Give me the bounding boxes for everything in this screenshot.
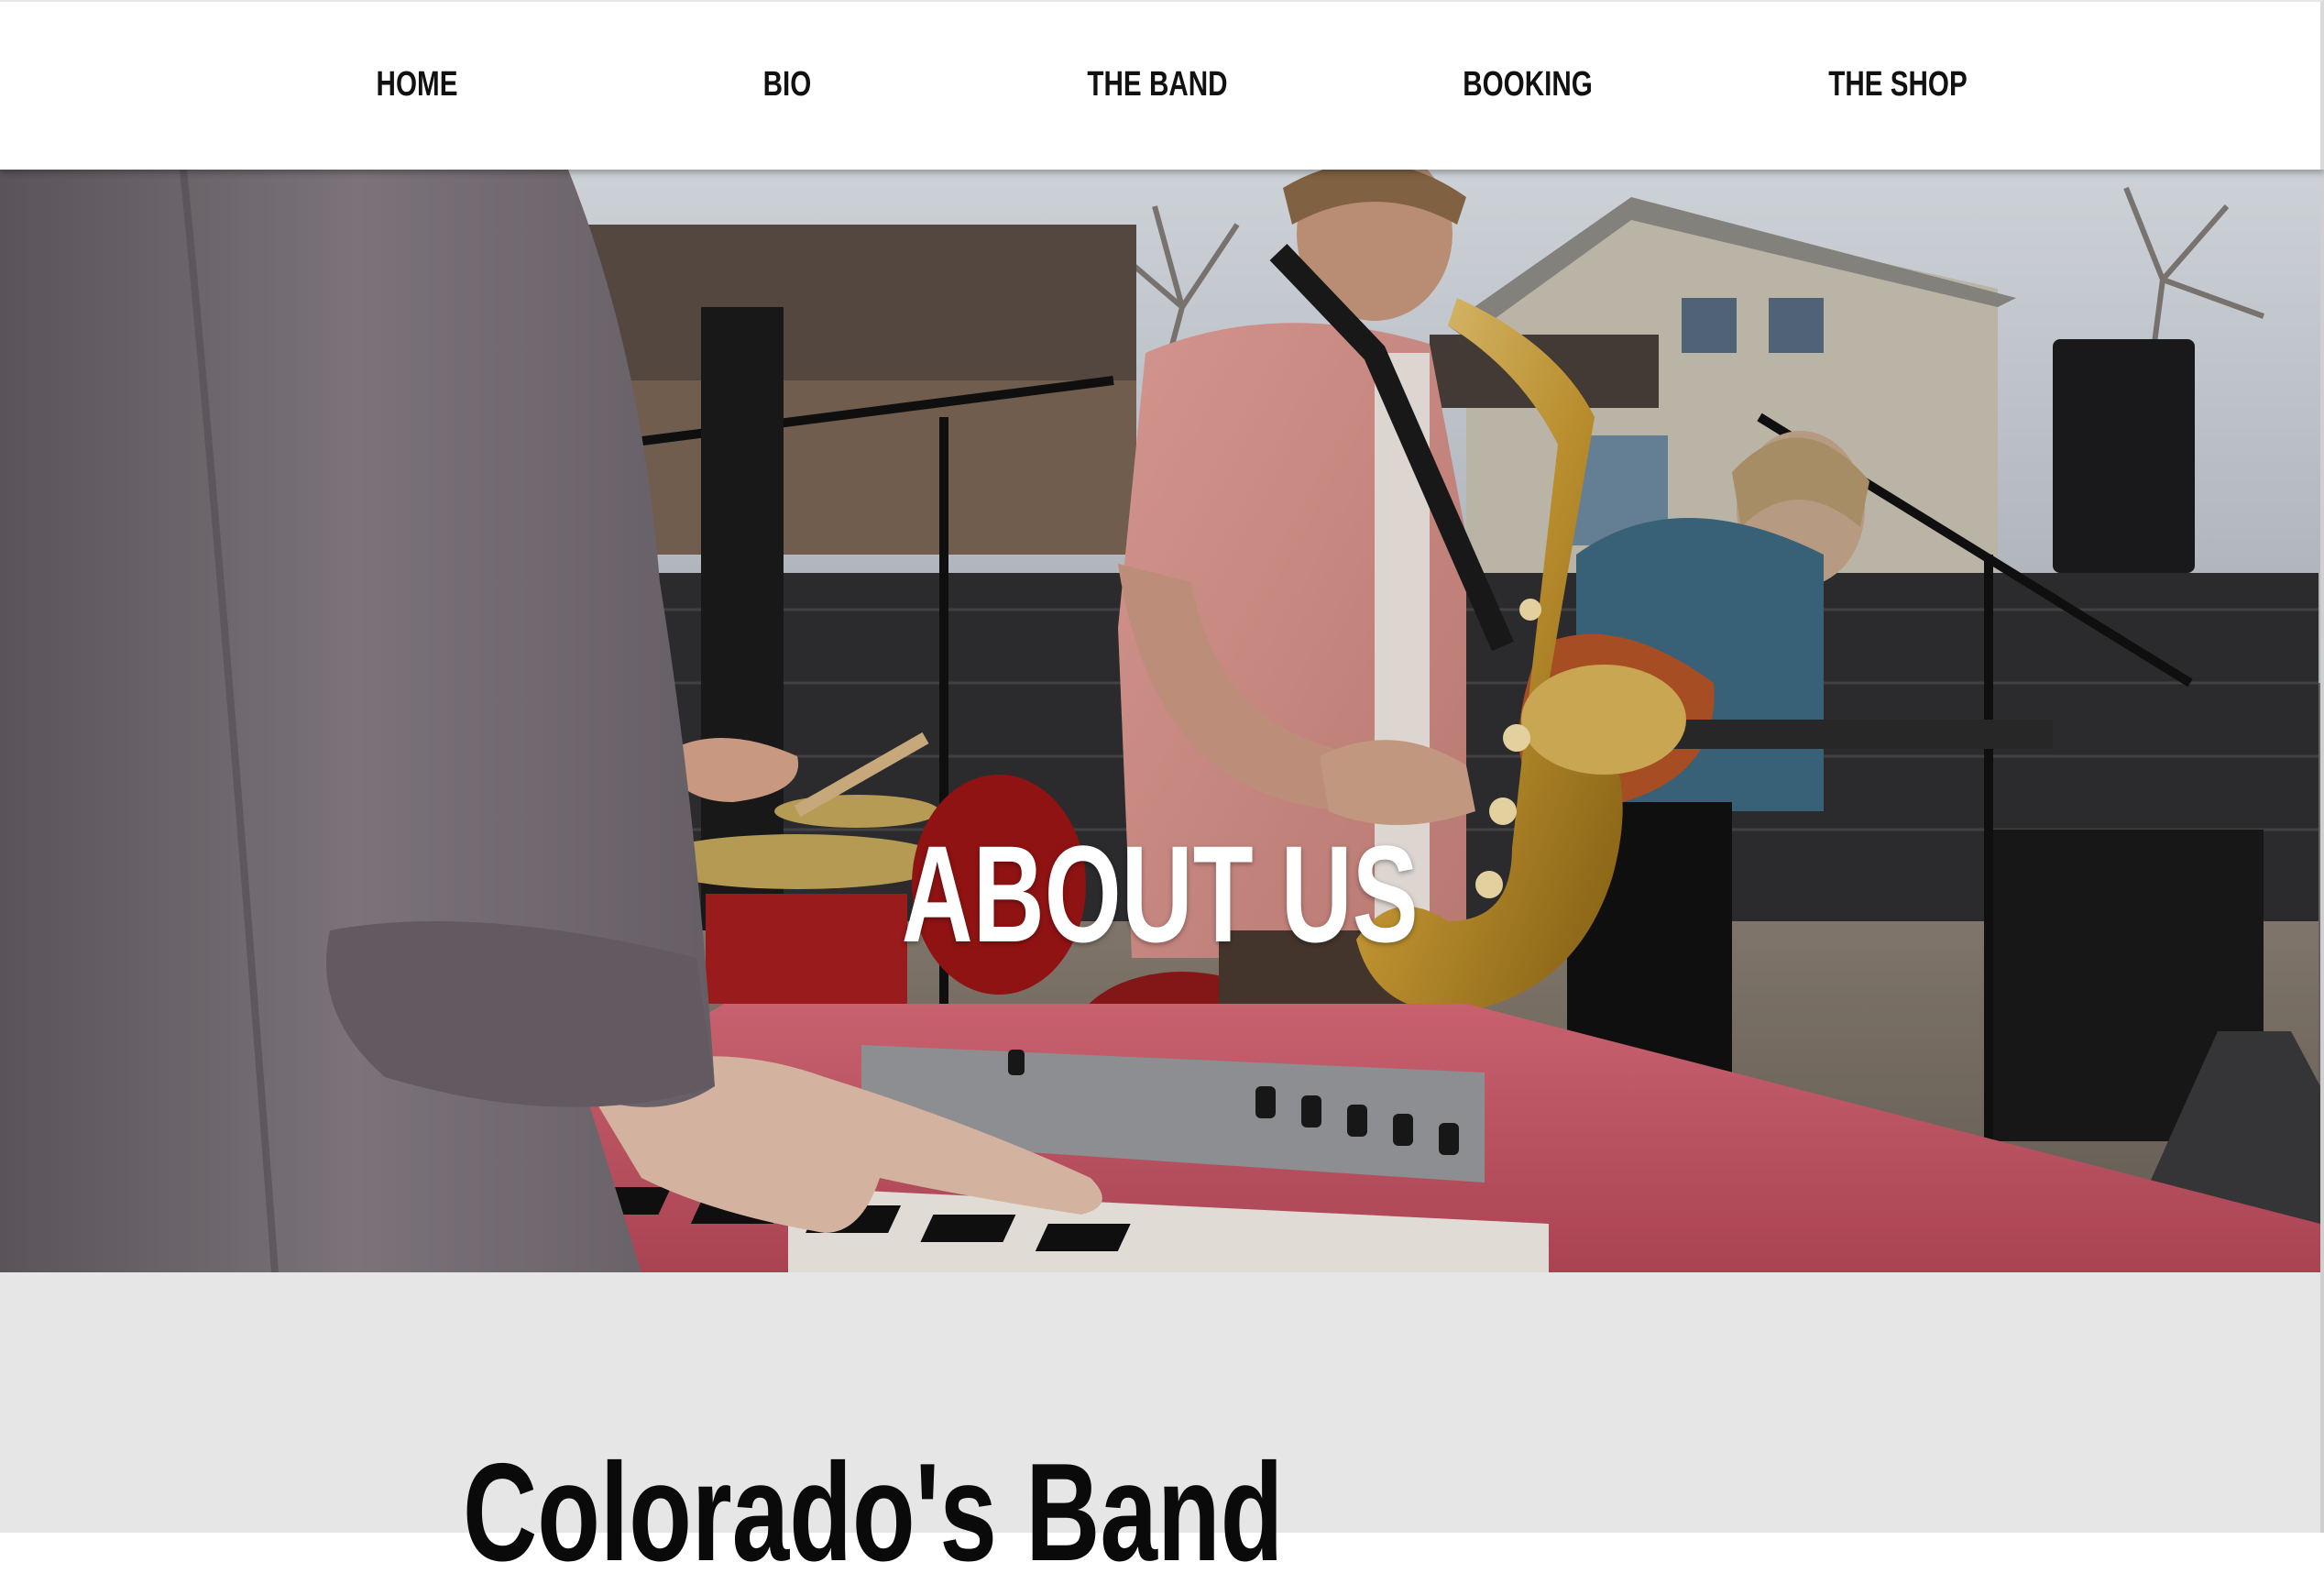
hero-banner: ABOUT US (0, 170, 2320, 1272)
top-navigation: HOME BIO THE BAND BOOKING THE SHOP (0, 0, 2324, 170)
about-section: Colorado's Band (0, 1272, 2320, 1590)
section-heading: Colorado's Band (463, 1434, 1284, 1590)
hero-title: ABOUT US (901, 817, 1419, 971)
nav-item-the-shop[interactable]: THE SHOP (1791, 57, 2005, 112)
nav-item-the-band[interactable]: THE BAND (1050, 57, 1265, 112)
nav-item-home[interactable]: HOME (310, 57, 524, 112)
page: HOME BIO THE BAND BOOKING THE SHOP ABOUT… (0, 0, 2324, 1590)
band-photo (0, 170, 2320, 1272)
nav-item-bio[interactable]: BIO (680, 57, 894, 112)
nav-item-booking[interactable]: BOOKING (1420, 57, 1635, 112)
page-edge-divider (2320, 0, 2324, 1533)
